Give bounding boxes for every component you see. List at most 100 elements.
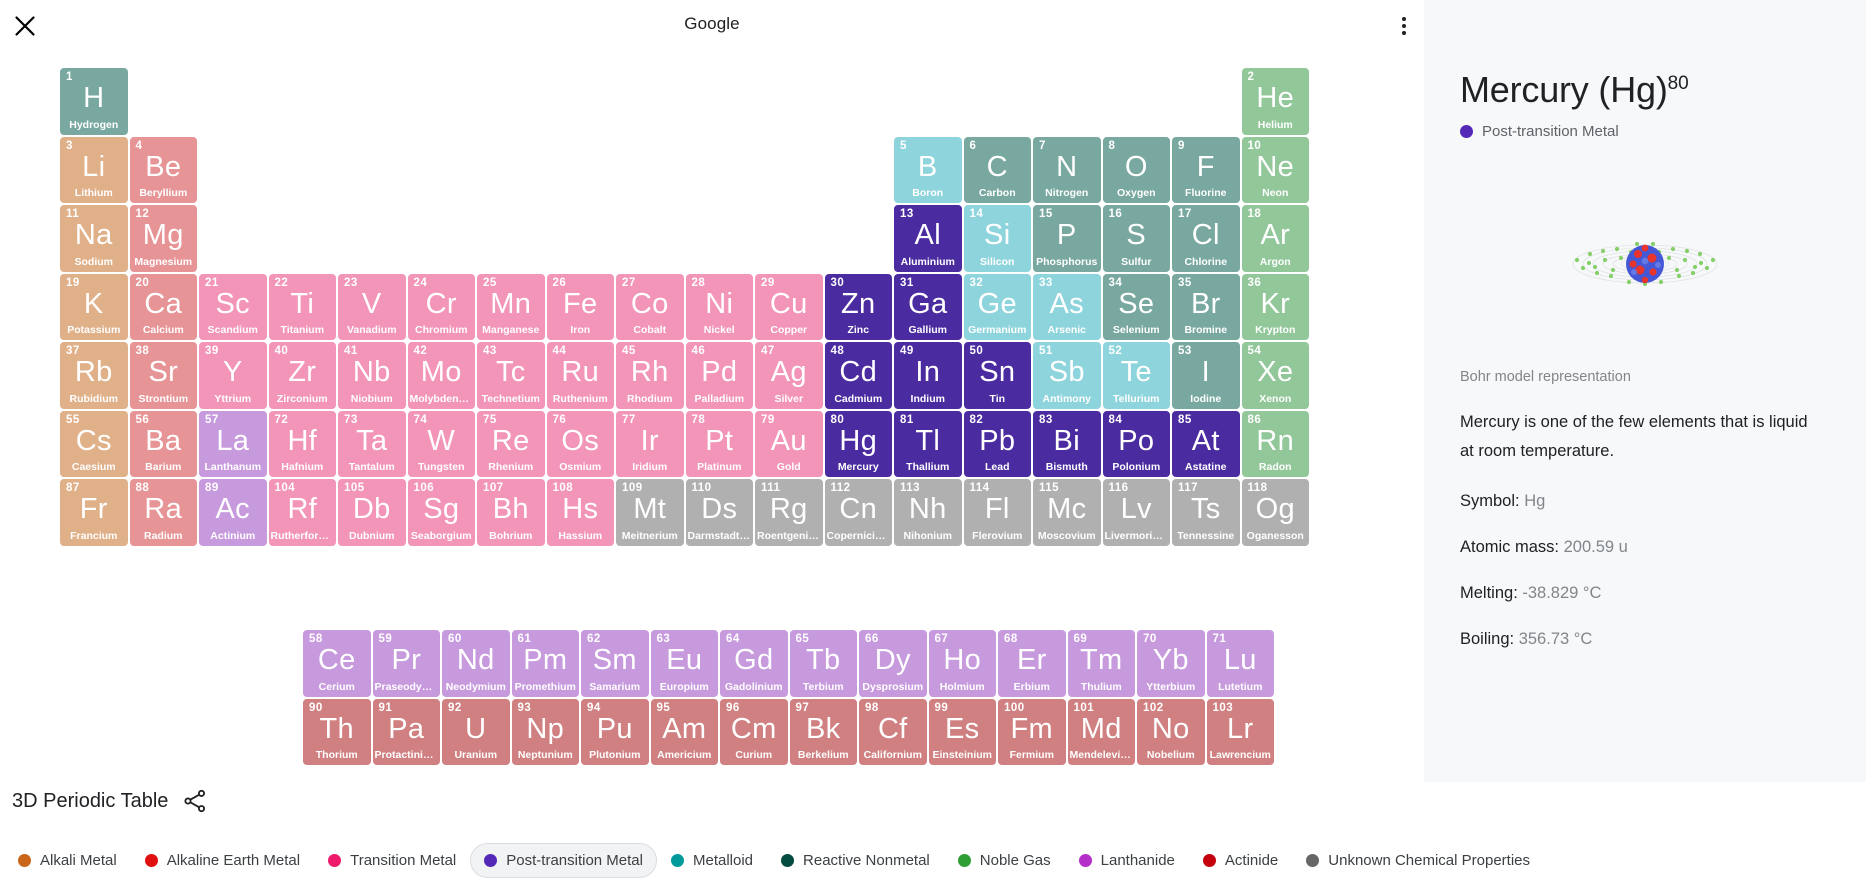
element-cell-nh[interactable]: 113 Nh Nihonium [893, 478, 963, 547]
element-cell-se[interactable]: 34 Se Selenium [1101, 272, 1171, 341]
element-cell-cd[interactable]: 48 Cd Cadmium [823, 341, 893, 410]
element-cell-ba[interactable]: 56 Ba Barium [128, 409, 198, 478]
legend-item-transition-metal[interactable]: Transition Metal [314, 843, 470, 878]
element-cell-rf[interactable]: 104RfRutherfordium [267, 478, 337, 547]
element-cell-cf[interactable]: 98 Cf Californium [858, 697, 928, 766]
element-cell-k[interactable]: 19 K Potassium [59, 272, 129, 341]
more-options-button[interactable] [1390, 12, 1418, 40]
element-cell-ar[interactable]: 18 Ar Argon [1240, 204, 1310, 273]
element-cell-h[interactable]: 1 H Hydrogen [59, 67, 129, 136]
element-cell-tb[interactable]: 65 Tb Terbium [788, 629, 858, 698]
element-cell-zn[interactable]: 30 Zn Zinc [823, 272, 893, 341]
element-cell-au[interactable]: 79 Au Gold [754, 409, 824, 478]
legend-item-alkaline-earth-metal[interactable]: Alkaline Earth Metal [131, 843, 314, 878]
element-cell-la[interactable]: 57 La Lanthanum [198, 409, 268, 478]
element-cell-nd[interactable]: 60 Nd Neodymium [441, 629, 511, 698]
element-cell-xe[interactable]: 54 Xe Xenon [1240, 341, 1310, 410]
element-cell-si[interactable]: 14 Si Silicon [962, 204, 1032, 273]
legend-item-noble-gas[interactable]: Noble Gas [944, 843, 1065, 878]
element-cell-sn[interactable]: 50 Sn Tin [962, 341, 1032, 410]
element-cell-fm[interactable]: 100 Fm Fermium [997, 697, 1067, 766]
element-cell-dy[interactable]: 66 Dy Dysprosium [858, 629, 928, 698]
element-cell-te[interactable]: 52 Te Tellurium [1101, 341, 1171, 410]
element-cell-v[interactable]: 23 V Vanadium [337, 272, 407, 341]
element-cell-eu[interactable]: 63 Eu Europium [649, 629, 719, 698]
element-cell-o[interactable]: 8 O Oxygen [1101, 135, 1171, 204]
element-cell-po[interactable]: 84 Po Polonium [1101, 409, 1171, 478]
element-cell-pb[interactable]: 82 Pb Lead [962, 409, 1032, 478]
element-cell-cn[interactable]: 112 Cn Copernicium [823, 478, 893, 547]
legend-item-post-transition-metal[interactable]: Post-transition Metal [470, 842, 657, 878]
element-cell-he[interactable]: 2 He Helium [1240, 67, 1310, 136]
element-cell-as[interactable]: 33 As Arsenic [1032, 272, 1102, 341]
element-cell-ga[interactable]: 31 Ga Gallium [893, 272, 963, 341]
element-cell-ho[interactable]: 67 Ho Holmium [927, 629, 997, 698]
element-cell-hs[interactable]: 108 Hs Hassium [545, 478, 615, 547]
legend-item-actinide[interactable]: Actinide [1189, 843, 1292, 878]
element-cell-hg[interactable]: 80 Hg Mercury [823, 409, 893, 478]
element-cell-mc[interactable]: 115 Mc Moscovium [1032, 478, 1102, 547]
element-cell-y[interactable]: 39 Y Yttrium [198, 341, 268, 410]
element-cell-sr[interactable]: 38 Sr Strontium [128, 341, 198, 410]
element-cell-b[interactable]: 5 B Boron [893, 135, 963, 204]
element-cell-ac[interactable]: 89 Ac Actinium [198, 478, 268, 547]
element-cell-er[interactable]: 68 Er Erbium [997, 629, 1067, 698]
element-cell-ts[interactable]: 117 Ts Tennessine [1171, 478, 1241, 547]
element-cell-pt[interactable]: 78 Pt Platinum [684, 409, 754, 478]
element-cell-al[interactable]: 13 Al Aluminium [893, 204, 963, 273]
element-cell-sg[interactable]: 106 Sg Seaborgium [406, 478, 476, 547]
element-cell-ge[interactable]: 32 Ge Germanium [962, 272, 1032, 341]
element-cell-hf[interactable]: 72 Hf Hafnium [267, 409, 337, 478]
element-cell-lv[interactable]: 116 Lv Livermorium [1101, 478, 1171, 547]
element-cell-sc[interactable]: 21 Sc Scandium [198, 272, 268, 341]
element-cell-fe[interactable]: 26 Fe Iron [545, 272, 615, 341]
element-cell-pm[interactable]: 61 Pm Promethium [510, 629, 580, 698]
element-cell-ra[interactable]: 88 Ra Radium [128, 478, 198, 547]
share-icon[interactable] [182, 788, 208, 814]
element-cell-n[interactable]: 7 N Nitrogen [1032, 135, 1102, 204]
element-cell-i[interactable]: 53 I Iodine [1171, 341, 1241, 410]
element-cell-fl[interactable]: 114 Fl Flerovium [962, 478, 1032, 547]
element-cell-pr[interactable]: 59PrPraseodymium [371, 629, 441, 698]
legend-item-alkali-metal[interactable]: Alkali Metal [4, 843, 131, 878]
element-cell-kr[interactable]: 36 Kr Krypton [1240, 272, 1310, 341]
element-cell-ce[interactable]: 58 Ce Cerium [302, 629, 372, 698]
element-cell-cr[interactable]: 24 Cr Chromium [406, 272, 476, 341]
legend-item-lanthanide[interactable]: Lanthanide [1065, 843, 1189, 878]
element-cell-am[interactable]: 95 Am Americium [649, 697, 719, 766]
legend-item-unknown-chemical-properties[interactable]: Unknown Chemical Properties [1292, 843, 1544, 878]
element-cell-ti[interactable]: 22 Ti Titanium [267, 272, 337, 341]
element-cell-ni[interactable]: 28 Ni Nickel [684, 272, 754, 341]
element-cell-rb[interactable]: 37 Rb Rubidium [59, 341, 129, 410]
element-cell-lu[interactable]: 71 Lu Lutetium [1205, 629, 1275, 698]
element-cell-ne[interactable]: 10 Ne Neon [1240, 135, 1310, 204]
element-cell-cl[interactable]: 17 Cl Chlorine [1171, 204, 1241, 273]
element-cell-sb[interactable]: 51 Sb Antimony [1032, 341, 1102, 410]
element-cell-nb[interactable]: 41 Nb Niobium [337, 341, 407, 410]
element-cell-sm[interactable]: 62 Sm Samarium [580, 629, 650, 698]
element-cell-be[interactable]: 4 Be Beryllium [128, 135, 198, 204]
element-cell-bh[interactable]: 107 Bh Bohrium [476, 478, 546, 547]
element-cell-md[interactable]: 101 Md Mendelevium [1066, 697, 1136, 766]
element-cell-cu[interactable]: 29 Cu Copper [754, 272, 824, 341]
element-cell-li[interactable]: 3 Li Lithium [59, 135, 129, 204]
bohr-model-viewer[interactable] [1460, 174, 1830, 354]
element-cell-yb[interactable]: 70 Yb Ytterbium [1136, 629, 1206, 698]
element-cell-p[interactable]: 15 P Phosphorus [1032, 204, 1102, 273]
element-cell-co[interactable]: 27 Co Cobalt [615, 272, 685, 341]
element-cell-no[interactable]: 102 No Nobelium [1136, 697, 1206, 766]
element-cell-db[interactable]: 105 Db Dubnium [337, 478, 407, 547]
element-cell-f[interactable]: 9 F Fluorine [1171, 135, 1241, 204]
element-cell-bi[interactable]: 83 Bi Bismuth [1032, 409, 1102, 478]
element-cell-lr[interactable]: 103 Lr Lawrencium [1205, 697, 1275, 766]
element-cell-mn[interactable]: 25 Mn Manganese [476, 272, 546, 341]
element-cell-rh[interactable]: 45 Rh Rhodium [615, 341, 685, 410]
element-cell-ru[interactable]: 44 Ru Ruthenium [545, 341, 615, 410]
element-cell-in[interactable]: 49 In Indium [893, 341, 963, 410]
element-cell-mo[interactable]: 42 Mo Molybdenum [406, 341, 476, 410]
element-cell-cm[interactable]: 96 Cm Curium [719, 697, 789, 766]
element-cell-c[interactable]: 6 C Carbon [962, 135, 1032, 204]
element-cell-tm[interactable]: 69 Tm Thulium [1066, 629, 1136, 698]
element-cell-tc[interactable]: 43 Tc Technetium [476, 341, 546, 410]
element-cell-pd[interactable]: 46 Pd Palladium [684, 341, 754, 410]
